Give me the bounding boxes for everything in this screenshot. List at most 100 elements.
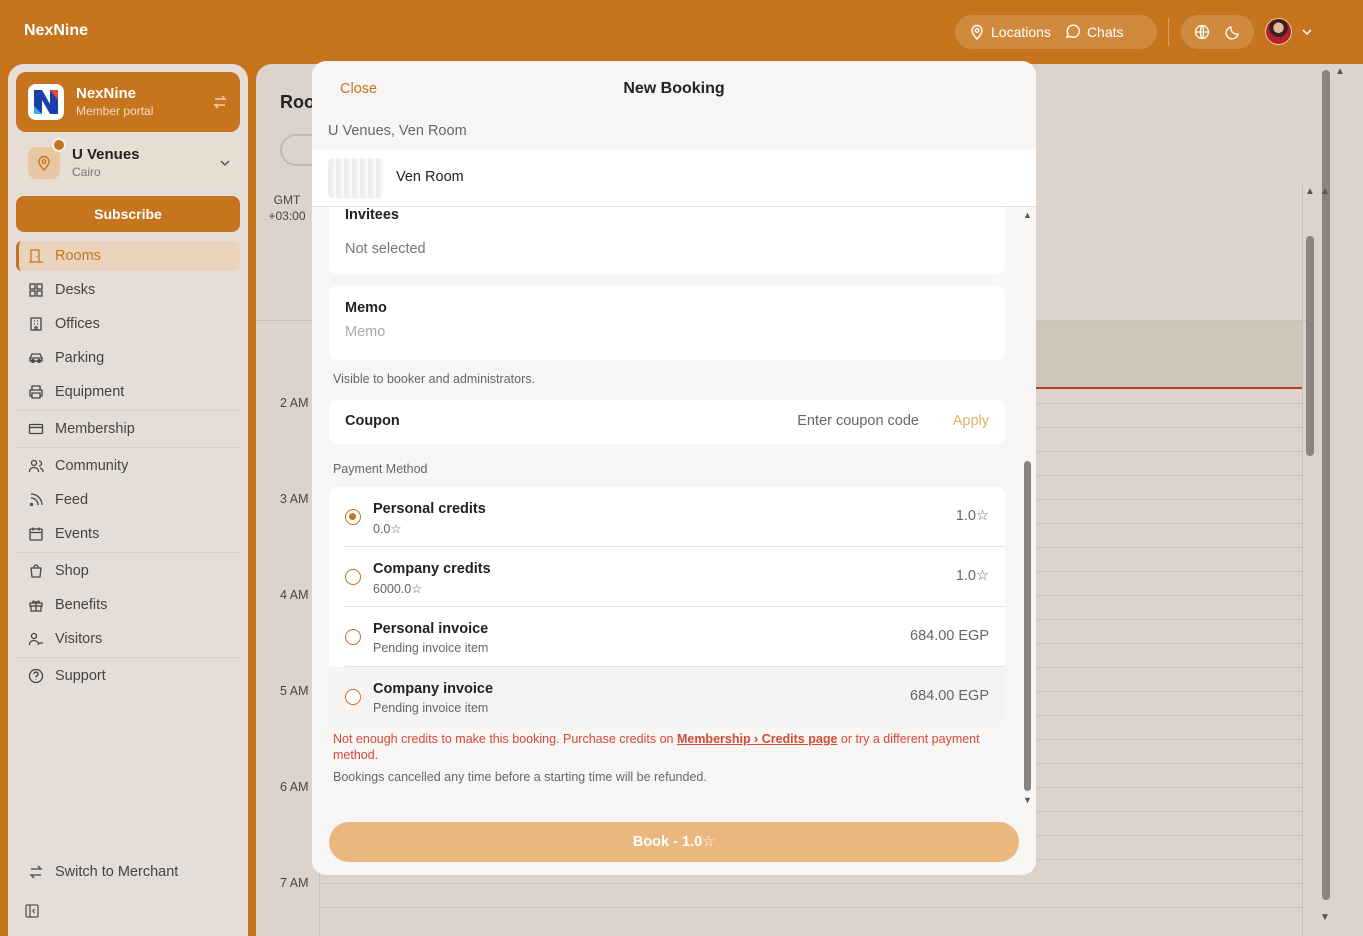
sidebar-item-desks[interactable]: Desks xyxy=(16,275,240,305)
locations-label: Locations xyxy=(991,24,1051,40)
sidebar-item-parking[interactable]: Parking xyxy=(16,343,240,373)
sidebar-item-label: Community xyxy=(55,458,129,474)
bag-icon xyxy=(30,564,42,578)
sidebar-item-label: Benefits xyxy=(55,597,108,613)
top-icons xyxy=(1181,15,1254,49)
insufficient-credits-warning: Not enough credits to make this booking.… xyxy=(333,731,1003,763)
coupon-input[interactable]: Enter coupon code xyxy=(797,413,919,429)
sidebar-item-label: Desks xyxy=(55,282,96,298)
room-summary: Ven Room xyxy=(312,149,1036,207)
sidebar-item-membership[interactable]: Membership xyxy=(16,414,240,444)
divider xyxy=(16,657,240,658)
chevron-down-icon xyxy=(220,160,230,167)
locations-button[interactable]: Locations xyxy=(955,24,1051,40)
memo-label: Memo xyxy=(345,300,387,316)
printer-icon xyxy=(29,385,43,399)
sidebar-item-label: Events xyxy=(55,526,100,542)
gmt-offset: +03:00 xyxy=(268,209,306,223)
time-column xyxy=(256,184,320,936)
sidebar-item-label: Offices xyxy=(55,316,100,332)
sidebar-item-community[interactable]: Community xyxy=(16,451,240,481)
hour-label: 3 AM xyxy=(280,492,309,506)
hour-label: 2 AM xyxy=(280,396,309,410)
payment-option-company-credits[interactable]: Company credits 6000.0☆ 1.0☆ xyxy=(329,547,1005,607)
sidebar-item-visitors[interactable]: Visitors xyxy=(16,624,240,654)
membership-credits-link[interactable]: Membership › Credits page xyxy=(677,732,837,746)
modal-title: New Booking xyxy=(623,80,725,97)
sidebar-item-label: Feed xyxy=(55,492,89,508)
scroll-up-icon[interactable]: ▲ xyxy=(1320,186,1330,197)
sidebar-item-label: Equipment xyxy=(55,384,125,400)
hour-label: 5 AM xyxy=(280,684,309,698)
chat-icon xyxy=(1065,24,1080,38)
radio-icon[interactable] xyxy=(345,629,361,645)
book-button[interactable]: Book - 1.0☆ xyxy=(329,822,1019,862)
switch-merchant-label: Switch to Merchant xyxy=(55,864,179,880)
calendar-scrollbar[interactable] xyxy=(1306,236,1314,456)
invitees-field[interactable]: Invitees Not selected xyxy=(329,207,1005,274)
rss-icon xyxy=(29,493,43,507)
brand-logo[interactable]: NexNine xyxy=(24,22,88,40)
sidebar-item-benefits[interactable]: Benefits xyxy=(16,590,240,620)
sidebar-item-label: Membership xyxy=(55,421,135,437)
memo-field[interactable]: Memo Memo xyxy=(329,286,1005,360)
scroll-up-icon[interactable]: ▲ xyxy=(1023,210,1032,220)
sidebar-item-equipment[interactable]: Equipment xyxy=(16,377,240,407)
timezone-label: GMT +03:00 xyxy=(264,192,310,224)
sidebar-item-events[interactable]: Events xyxy=(16,519,240,549)
swap-icon[interactable] xyxy=(212,94,228,110)
switch-merchant-button[interactable]: Switch to Merchant xyxy=(28,864,178,880)
avatar[interactable] xyxy=(1265,18,1292,45)
scroll-up-icon[interactable]: ▲ xyxy=(1305,186,1315,197)
payment-option-personal-invoice[interactable]: Personal invoice Pending invoice item 68… xyxy=(329,607,1005,667)
users-icon xyxy=(28,459,44,473)
radio-icon[interactable] xyxy=(345,569,361,585)
card-icon xyxy=(28,423,44,435)
apply-coupon-button[interactable]: Apply xyxy=(953,413,989,429)
scroll-down-icon[interactable]: ▼ xyxy=(1320,912,1330,923)
sidebar-item-shop[interactable]: Shop xyxy=(16,556,240,586)
memo-input[interactable]: Memo xyxy=(345,324,385,340)
payment-amount: 1.0☆ xyxy=(955,508,989,524)
divider xyxy=(16,410,240,411)
location-selector[interactable]: U Venues Cairo xyxy=(16,138,240,188)
radio-selected-icon[interactable] xyxy=(345,509,361,525)
room-thumbnail xyxy=(328,158,384,198)
payment-detail: 6000.0☆ xyxy=(373,582,423,596)
new-booking-modal: New Booking Close U Venues, Ven Room Ven… xyxy=(312,61,1036,875)
location-pin-icon xyxy=(28,147,60,179)
org-subtitle: Member portal xyxy=(76,104,154,118)
chevron-down-icon[interactable] xyxy=(1300,26,1314,38)
collapse-sidebar-icon[interactable] xyxy=(25,904,39,918)
payment-option-personal-credits[interactable]: Personal credits 0.0☆ 1.0☆ xyxy=(329,487,1005,547)
swap-icon xyxy=(29,865,43,879)
sidebar-item-feed[interactable]: Feed xyxy=(16,485,240,515)
globe-icon[interactable] xyxy=(1194,24,1210,40)
sidebar-item-support[interactable]: Support xyxy=(16,661,240,691)
modal-scrollbar[interactable] xyxy=(1024,461,1031,791)
room-name: Ven Room xyxy=(396,169,464,185)
close-button[interactable]: Close xyxy=(340,81,377,97)
subscribe-button[interactable]: Subscribe xyxy=(16,196,240,232)
booking-location: U Venues, Ven Room xyxy=(328,123,467,139)
payment-name: Company invoice xyxy=(373,681,494,697)
gift-icon xyxy=(29,600,43,612)
payment-options: Personal credits 0.0☆ 1.0☆ Company credi… xyxy=(329,487,1005,727)
door-icon xyxy=(29,249,43,263)
sidebar-item-label: Visitors xyxy=(55,631,103,647)
chats-button[interactable]: Chats xyxy=(1051,24,1124,40)
sidebar-item-offices[interactable]: Offices xyxy=(16,309,240,339)
grid-line xyxy=(320,883,1302,884)
chats-label: Chats xyxy=(1086,24,1124,40)
radio-icon[interactable] xyxy=(345,689,361,705)
org-card[interactable]: NexNine Member portal xyxy=(16,72,240,132)
payment-option-company-invoice[interactable]: Company invoice Pending invoice item 684… xyxy=(329,667,1005,727)
sidebar-item-rooms[interactable]: Rooms xyxy=(16,241,240,271)
scroll-up-icon[interactable]: ▲ xyxy=(1335,66,1345,77)
divider xyxy=(16,552,240,553)
warning-text: Not enough credits to make this booking.… xyxy=(333,732,677,746)
moon-icon[interactable] xyxy=(1225,24,1241,40)
payment-amount: 684.00 EGP xyxy=(910,688,989,704)
scroll-down-icon[interactable]: ▼ xyxy=(1023,795,1032,805)
divider xyxy=(1302,184,1303,936)
